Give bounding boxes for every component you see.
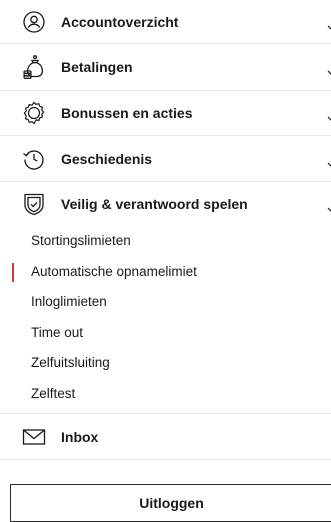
submenu-item-zelfuitsluiting[interactable]: Zelfuitsluiting bbox=[0, 348, 331, 379]
menu-item-label: Accountoverzicht bbox=[61, 13, 179, 30]
envelope-icon bbox=[22, 425, 46, 449]
gift-badge-icon bbox=[22, 101, 46, 125]
user-circle-icon bbox=[22, 10, 46, 34]
chevron-down-icon bbox=[327, 155, 331, 167]
menu-item-label: Geschiedenis bbox=[61, 150, 153, 167]
menu-item-label: Bonussen en acties bbox=[61, 105, 193, 121]
history-clock-icon bbox=[22, 147, 46, 171]
responsible-gaming-submenu: Stortingslimieten Automatische opnamelim… bbox=[0, 226, 331, 414]
chevron-down-icon bbox=[327, 109, 331, 121]
menu-item-label: Betalingen bbox=[61, 59, 133, 75]
submenu-item-automatische-opnamelimiet[interactable]: Automatische opnamelimiet bbox=[0, 257, 331, 288]
menu-item-bonussen-en-acties[interactable]: Bonussen en acties bbox=[0, 91, 331, 136]
shield-check-icon bbox=[22, 192, 46, 216]
logout-button[interactable]: Uitloggen bbox=[10, 484, 331, 522]
logout-container: Uitloggen bbox=[10, 484, 331, 522]
chevron-down-icon bbox=[327, 18, 331, 30]
menu-item-label: Inbox bbox=[61, 428, 99, 445]
submenu-item-time-out[interactable]: Time out bbox=[0, 318, 331, 349]
submenu-item-inloglimieten[interactable]: Inloglimieten bbox=[0, 287, 331, 318]
submenu-item-stortingslimieten[interactable]: Stortingslimieten bbox=[0, 226, 331, 257]
submenu-item-zelftest[interactable]: Zelftest bbox=[0, 379, 331, 410]
menu-item-label: Veilig & verantwoord spelen bbox=[61, 196, 248, 212]
menu-item-betalingen[interactable]: Betalingen bbox=[0, 44, 331, 91]
menu-item-inbox[interactable]: Inbox bbox=[0, 414, 331, 460]
chevron-down-icon bbox=[327, 63, 331, 75]
menu-item-geschiedenis[interactable]: Geschiedenis bbox=[0, 136, 331, 182]
money-bag-icon bbox=[22, 55, 46, 79]
account-menu: Accountoverzicht Betalingen Bonussen en … bbox=[0, 0, 331, 460]
chevron-up-icon bbox=[327, 200, 331, 212]
menu-item-accountoverzicht[interactable]: Accountoverzicht bbox=[0, 0, 331, 44]
menu-item-veilig-verantwoord-spelen[interactable]: Veilig & verantwoord spelen bbox=[0, 182, 331, 226]
